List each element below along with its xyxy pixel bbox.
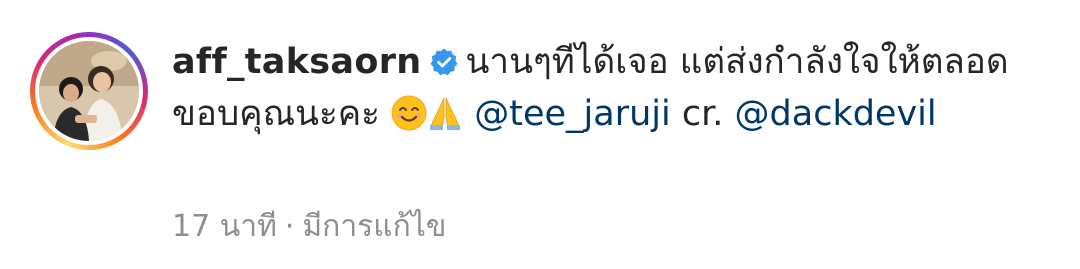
username-link[interactable]: aff_taksaorn <box>172 42 421 82</box>
mention-link-dackdevil[interactable]: @dackdevil <box>735 94 937 134</box>
avatar-gap <box>35 37 143 145</box>
meta-separator: · <box>284 209 295 244</box>
verified-badge-icon <box>430 48 458 76</box>
avatar[interactable] <box>39 41 139 141</box>
avatar-photo <box>39 41 139 141</box>
comment-meta: 17 นาที · มีการแก้ไข <box>172 205 446 249</box>
edited-label[interactable]: มีการแก้ไข <box>302 209 446 244</box>
comment: aff_taksaorn นานๆทีได้เจอ แต่ส่งกำลังใจใ… <box>0 0 1080 269</box>
smiling-face-emoji-icon <box>391 95 427 131</box>
mention-link-tee-jaruji[interactable]: @tee_jaruji <box>474 94 670 134</box>
comment-timestamp[interactable]: 17 นาที <box>172 209 277 244</box>
avatar-story-ring[interactable] <box>30 32 148 150</box>
comment-text: aff_taksaorn นานๆทีได้เจอ แต่ส่งกำลังใจใ… <box>172 36 1052 140</box>
caption-credit-text: cr. <box>670 94 735 134</box>
folded-hands-emoji-icon <box>430 97 461 130</box>
